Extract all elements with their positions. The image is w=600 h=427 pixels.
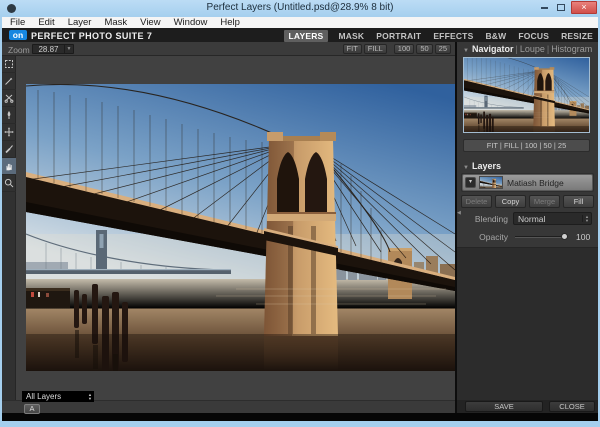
tab-layers[interactable]: LAYERS: [284, 30, 329, 42]
suite-title: PERFECT PHOTO SUITE 7: [31, 31, 152, 41]
slider-knob[interactable]: [561, 233, 568, 240]
loupe-link[interactable]: Loupe: [520, 44, 545, 54]
window-title: Perfect Layers (Untitled.psd@28.9% 8 bit…: [0, 2, 600, 13]
minimize-icon: [541, 7, 548, 9]
blending-label: Blending: [457, 214, 513, 224]
opacity-value: 100: [576, 232, 598, 242]
crop-icon: [4, 59, 14, 69]
tool-zoom[interactable]: [2, 175, 16, 192]
tool-pen[interactable]: [2, 73, 16, 90]
window-frame-bottom: [0, 421, 600, 427]
panel-empty-area: [457, 247, 598, 400]
bottom-strip: [2, 413, 598, 421]
tab-mask[interactable]: MASK: [336, 30, 366, 42]
slider-track[interactable]: [515, 236, 564, 238]
collapse-icon[interactable]: ▼: [463, 48, 469, 54]
opacity-label: Opacity: [457, 232, 513, 242]
tab-portrait[interactable]: PORTRAIT: [374, 30, 423, 42]
tool-retouch-brush[interactable]: [2, 141, 16, 158]
tool-hand[interactable]: [2, 158, 16, 175]
layer-visibility-toggle[interactable]: ▾: [465, 177, 476, 188]
copy-layer-button[interactable]: Copy: [495, 195, 526, 208]
layers-filter-dropdown[interactable]: All Layers ▲▼: [22, 391, 94, 402]
app-header: on PERFECT PHOTO SUITE 7 LAYERS MASK POR…: [2, 28, 598, 42]
fit-button[interactable]: FIT: [343, 44, 362, 54]
menu-mask[interactable]: Mask: [104, 17, 127, 28]
layer-list: ▾ Matiash Bridge: [461, 173, 594, 192]
menu-help[interactable]: Help: [220, 17, 240, 28]
menu-window[interactable]: Window: [174, 17, 208, 28]
layer-thumbnail: [479, 176, 503, 189]
tool-mask-cut[interactable]: [2, 90, 16, 107]
layers-title: Layers: [472, 161, 501, 171]
navigator-view-buttons[interactable]: FIT | FILL | 100 | 50 | 25: [463, 139, 590, 152]
minimize-button[interactable]: [537, 1, 551, 14]
collapse-icon[interactable]: ▼: [463, 165, 469, 171]
annotate-button[interactable]: A: [24, 404, 40, 414]
right-panel: ▼Navigator|Loupe|Histogram FIT | FILL | …: [457, 42, 598, 413]
menu-edit[interactable]: Edit: [38, 17, 54, 28]
histogram-link[interactable]: Histogram: [551, 44, 592, 54]
navigator-preview[interactable]: [463, 57, 590, 133]
chevron-down-icon: ▼: [64, 45, 73, 53]
tool-crop[interactable]: [2, 56, 16, 73]
merge-layer-button[interactable]: Merge: [529, 195, 560, 208]
canvas-viewport[interactable]: [16, 56, 455, 400]
navigator-header: ▼Navigator|Loupe|Histogram: [457, 42, 598, 55]
fill-layer-button[interactable]: Fill: [563, 195, 594, 208]
save-button[interactable]: SAVE: [465, 401, 543, 412]
opacity-slider[interactable]: [513, 230, 572, 243]
spinner-icon: ▲▼: [582, 215, 591, 222]
tab-focus[interactable]: FOCUS: [516, 30, 551, 42]
hand-icon: [4, 161, 14, 171]
panel-collapse-handle[interactable]: ◀: [457, 210, 461, 216]
layers-filter-value: All Layers: [22, 392, 88, 401]
blending-select[interactable]: Normal ▲▼: [513, 212, 592, 225]
panel-footer: SAVE CLOSE: [457, 400, 598, 413]
titlebar: Perfect Layers (Untitled.psd@28.9% 8 bit…: [0, 0, 600, 17]
zoom-50-button[interactable]: 50: [416, 44, 432, 54]
delete-layer-button[interactable]: Delete: [461, 195, 492, 208]
layers-header: ▼Layers: [457, 159, 598, 172]
zoom-label: Zoom: [8, 45, 30, 55]
navigator-title[interactable]: Navigator: [472, 44, 514, 54]
layer-row[interactable]: ▾ Matiash Bridge: [462, 174, 593, 191]
blending-value: Normal: [514, 214, 582, 224]
zoom-dropdown[interactable]: 28.87 ▼: [32, 44, 74, 54]
menu-layer[interactable]: Layer: [68, 17, 92, 28]
tool-strip: [2, 56, 16, 400]
tool-masking-brush[interactable]: [2, 107, 16, 124]
move-icon: [4, 127, 14, 137]
tab-effects[interactable]: EFFECTS: [431, 30, 475, 42]
fill-button[interactable]: FILL: [364, 44, 387, 54]
zoom-value: 28.87: [33, 45, 64, 54]
tab-resize[interactable]: RESIZE: [559, 30, 595, 42]
menu-bar: File Edit Layer Mask View Window Help: [2, 17, 598, 28]
maximize-button[interactable]: [554, 1, 568, 14]
close-file-button[interactable]: CLOSE: [549, 401, 595, 412]
onone-logo: on: [9, 30, 27, 40]
brush-icon: [4, 110, 14, 120]
scissors-icon: [4, 93, 14, 103]
tool-move[interactable]: [2, 124, 16, 141]
app-window: Perfect Layers (Untitled.psd@28.9% 8 bit…: [0, 0, 600, 427]
spinner-icon: ▲▼: [88, 393, 94, 400]
zoom-100-button[interactable]: 100: [394, 44, 415, 54]
module-tabs: LAYERS MASK PORTRAIT EFFECTS B&W FOCUS R…: [284, 30, 595, 42]
retouch-brush-icon: [4, 144, 14, 154]
menu-file[interactable]: File: [10, 17, 25, 28]
pen-icon: [4, 76, 14, 86]
layer-name: Matiash Bridge: [507, 178, 564, 188]
toolbar: Zoom 28.87 ▼ FIT FILL 100 50 25: [2, 42, 455, 56]
zoom-25-button[interactable]: 25: [435, 44, 451, 54]
photo-brooklyn-bridge: [26, 84, 455, 371]
maximize-icon: [557, 4, 565, 11]
tab-bw[interactable]: B&W: [483, 30, 508, 42]
close-button[interactable]: ×: [571, 1, 597, 14]
menu-view[interactable]: View: [140, 17, 160, 28]
magnifier-icon: [4, 178, 14, 188]
